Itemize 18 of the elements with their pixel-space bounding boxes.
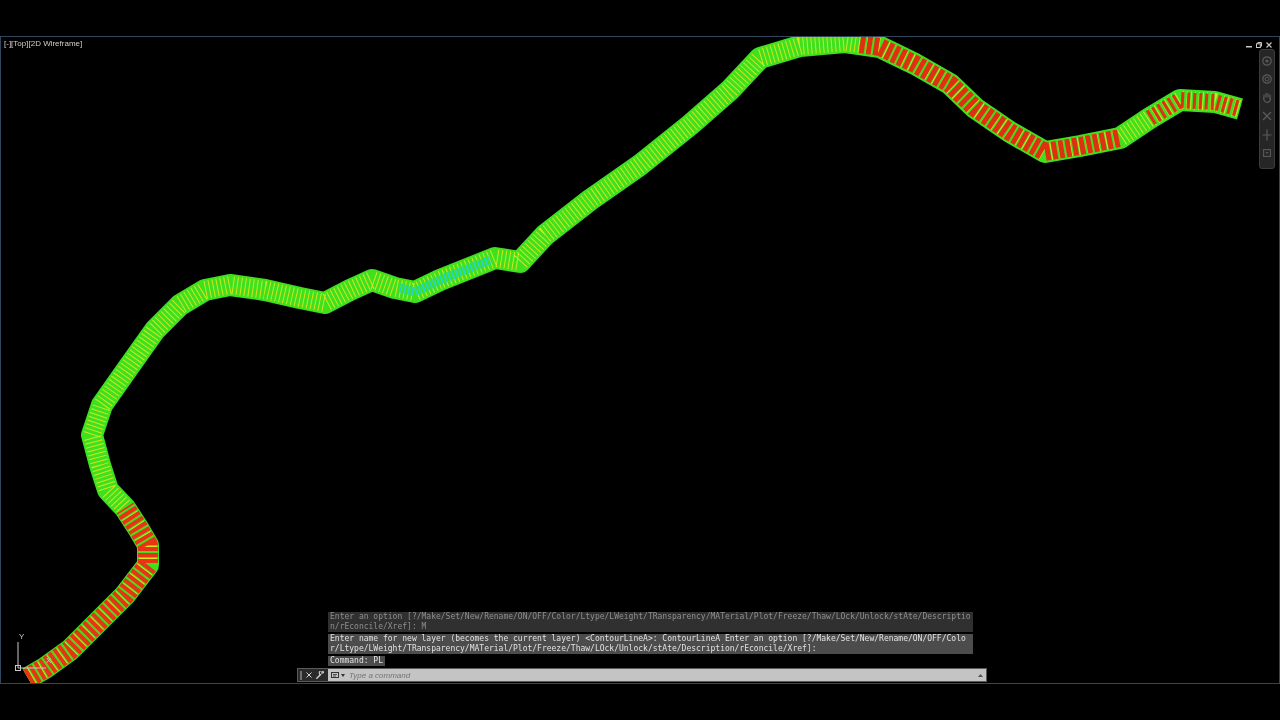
x-mark-icon[interactable] <box>1262 111 1272 121</box>
command-input[interactable]: Type a command <box>347 669 976 681</box>
ucs-axes-icon <box>15 641 47 671</box>
history-up-button[interactable] <box>976 669 986 681</box>
caret-up-icon <box>978 673 983 677</box>
y-axis-label: Y <box>19 632 25 641</box>
x-axis-label: X <box>46 656 52 665</box>
caret-icon <box>341 673 345 677</box>
close-icon[interactable] <box>306 672 312 678</box>
hand-icon[interactable] <box>1262 92 1272 103</box>
command-history-icon <box>331 672 339 678</box>
command-history-button[interactable] <box>328 669 347 681</box>
square-icon[interactable] <box>1263 149 1271 157</box>
close-icon[interactable] <box>1266 42 1272 48</box>
wrench-icon[interactable] <box>316 671 324 679</box>
viewport-label[interactable]: [-][Top][2D Wireframe] <box>4 39 83 49</box>
grip-handle-icon[interactable] <box>300 670 302 680</box>
restore-icon[interactable] <box>1256 42 1262 48</box>
